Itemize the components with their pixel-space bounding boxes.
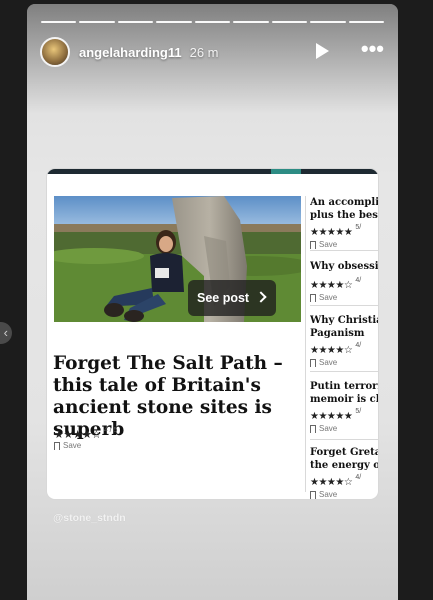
chevron-right-icon [255,291,267,303]
save-button[interactable]: Save [310,490,378,499]
rating-stars: ★★★★☆ [54,429,101,441]
save-button[interactable]: Save [310,424,378,433]
see-post-label: See post [197,291,250,305]
related-article-title-line: Why Christia [310,315,378,326]
card-header-accent [271,169,301,174]
progress-segment [310,21,346,23]
related-article[interactable]: Putin terroris memoir is chi ★★★★★5/ Sav… [310,380,378,440]
related-article-title-line: Forget Greta [310,447,378,458]
save-label: Save [319,424,338,433]
related-article-title-line: Why obsessin [310,261,378,272]
progress-segment [156,21,192,23]
bookmark-icon [310,424,316,433]
rating-stars: ★★★★☆ [310,280,353,291]
rating-stars: ★★★★☆ [310,477,353,488]
rating-score: 4/ [355,341,362,349]
related-article-title-line: memoir is chi [310,394,378,405]
save-label: Save [63,441,82,450]
rating-stars: ★★★★★ [310,227,353,238]
save-button[interactable]: Save [54,441,81,450]
timestamp: 26 m [189,44,219,60]
play-icon[interactable] [316,43,329,59]
story-frame[interactable]: angelaharding11 26 m ••• See post Forget… [27,4,398,600]
column-divider [305,196,306,492]
story-progress-bar [41,21,384,23]
related-article[interactable]: Why Christia Paganism ★★★★☆ 4/ Save [310,314,378,372]
see-post-button[interactable]: See post [188,280,276,316]
related-article[interactable]: An accomplis plus the best ★★★★★ 5/ Save [310,196,378,251]
progress-segment [271,21,308,23]
bookmark-icon [310,293,316,302]
related-article-title-line: Paganism [310,328,365,339]
rating-score: 4 / 5 [103,426,118,434]
progress-segment [233,21,269,23]
progress-segment [79,21,115,23]
avatar[interactable] [40,37,70,67]
save-button[interactable]: Save [310,293,378,302]
rating-stars: ★★★★★ [310,411,353,422]
save-label: Save [319,293,338,302]
bookmark-icon [310,490,316,499]
bookmark-icon [310,358,316,367]
story-viewer: ‹ angelaharding11 26 m ••• See post Forg… [0,0,433,600]
save-label: Save [319,240,338,249]
username[interactable]: angelaharding11 [79,45,182,60]
rating-stars: ★★★★☆ [310,345,353,356]
shared-post-card[interactable]: See post Forget The Salt Path – this tal… [47,169,378,499]
more-options-icon[interactable]: ••• [361,38,384,60]
related-article-title-line: An accomplis [310,197,378,208]
save-label: Save [319,358,338,367]
rating-score: 4/ [355,276,362,284]
rating-score: 4/ [355,473,362,481]
related-article[interactable]: Why obsessin ★★★★☆4/ Save [310,260,378,306]
related-article-title-line: the energy of [310,460,378,471]
progress-segment [348,21,384,23]
card-header-bar [47,169,378,174]
rating-score: 5/ [355,407,362,415]
related-article-title-line: Putin terroris [310,381,378,392]
progress-segment [194,21,231,23]
related-article[interactable]: Forget Greta the energy of ★★★★☆ 4/ Save [310,446,378,499]
save-label: Save [319,490,338,499]
bookmark-icon [54,441,60,450]
mention-sticker[interactable]: @stone_stndn [53,512,126,524]
related-article-title-line: plus the best [310,210,378,221]
progress-segment [117,21,154,23]
progress-segment [41,21,77,23]
bookmark-icon [310,240,316,249]
previous-story-arrow-icon[interactable]: ‹ [0,322,12,344]
save-button[interactable]: Save [310,358,378,367]
save-button[interactable]: Save [310,240,378,249]
story-header: angelaharding11 26 m ••• [40,36,384,68]
rating-score: 5/ [355,223,362,231]
